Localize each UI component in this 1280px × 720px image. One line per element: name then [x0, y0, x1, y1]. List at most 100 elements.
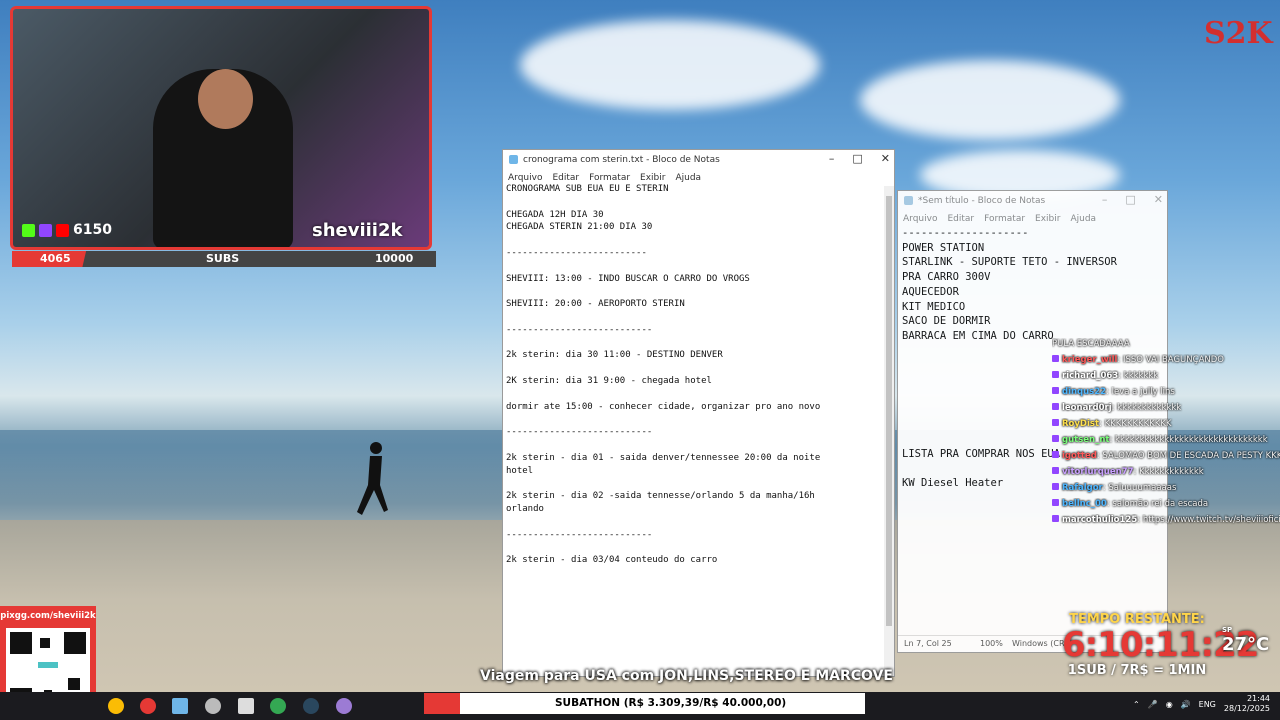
chrome-icon[interactable] — [108, 698, 124, 714]
chat-text: : KKKKKKKKKKKK — [1099, 419, 1172, 429]
chat-username[interactable]: RoyDist — [1062, 419, 1099, 429]
streamer-head — [198, 69, 253, 129]
badge-icon — [1052, 371, 1059, 378]
subathon-progress — [424, 693, 460, 714]
chat-text: : Kkkkkkkkkkkkk — [1133, 467, 1204, 477]
subs-goal-bar: 4065 SUBS 10000 — [12, 251, 436, 267]
follower-number: 6150 — [73, 222, 112, 238]
opera-icon[interactable] — [140, 698, 156, 714]
menu-ajuda[interactable]: Ajuda — [1070, 214, 1096, 224]
badge-icon — [1052, 403, 1059, 410]
encoding: Windows (CRL — [1012, 639, 1069, 648]
close-button[interactable]: ✕ — [1154, 193, 1163, 206]
badge-icon — [1052, 467, 1059, 474]
steam-icon[interactable] — [303, 698, 319, 714]
webcam-overlay — [10, 6, 432, 250]
streamer-handle: sheviii2k — [312, 220, 403, 241]
chat-username[interactable]: dinqus22 — [1062, 387, 1106, 397]
notepad-taskbar-icon[interactable] — [172, 698, 188, 714]
badge-icon — [1052, 515, 1059, 522]
chat-text: : Saluuuumaaaas — [1102, 483, 1177, 493]
chat-text: : ISSO VAI BAGUNÇANDO — [1117, 355, 1224, 365]
chat-username[interactable]: bellnc_00 — [1062, 499, 1107, 509]
system-tray: ⌃ 🎤 ◉ 🔊 ENG 21:44 28/12/2025 — [1133, 694, 1270, 714]
wifi-icon[interactable]: ◉ — [1166, 700, 1173, 709]
subathon-bar: SUBATHON (R$ 3.309,39/R$ 40.000,00) — [424, 693, 865, 714]
timer-value: 6:10:11:22 — [1062, 625, 1259, 665]
stream-caption: Viagem para USA com JON,LINS,STEREO E MA… — [480, 668, 893, 684]
badge-icon — [1052, 419, 1059, 426]
window-title: cronograma com sterin.txt - Bloco de Not… — [523, 154, 720, 165]
follower-count: 6150 — [22, 222, 112, 238]
runner-silhouette — [357, 442, 388, 515]
cloud — [520, 20, 820, 110]
close-button[interactable]: ✕ — [881, 152, 890, 165]
weather-location: SP — [1222, 626, 1233, 634]
minimize-button[interactable]: – — [1102, 193, 1108, 206]
subs-current: 4065 — [40, 252, 71, 265]
menu-ajuda[interactable]: Ajuda — [675, 173, 701, 183]
chrome-icon[interactable] — [270, 698, 286, 714]
scrollbar-thumb[interactable] — [886, 196, 892, 626]
minimize-button[interactable]: – — [829, 152, 835, 165]
obs-icon[interactable] — [336, 698, 352, 714]
chat-message: igotted: SALOMAO BOM DE ESCADA DA PESTY … — [1052, 450, 1280, 462]
chat-username[interactable]: gutsen_nt — [1062, 435, 1109, 445]
kick-icon — [22, 223, 35, 237]
notepad-window-main[interactable]: cronograma com sterin.txt - Bloco de Not… — [502, 149, 895, 677]
text-area[interactable]: CRONOGRAMA SUB EUA EU E STERIN CHEGADA 1… — [506, 183, 820, 567]
chat-username[interactable]: igotted — [1062, 451, 1097, 461]
app-icon[interactable] — [205, 698, 221, 714]
menu-exibir[interactable]: Exibir — [640, 173, 665, 183]
cloud — [860, 60, 1120, 140]
language-indicator[interactable]: ENG — [1199, 700, 1216, 709]
badge-icon — [1052, 435, 1059, 442]
clock-date: 28/12/2025 — [1223, 704, 1270, 713]
youtube-icon — [56, 223, 69, 237]
chat-message: marcothulio125: https://www.twitch.tv/sh… — [1052, 514, 1280, 526]
chat-username[interactable]: marcothulio125 — [1062, 515, 1137, 525]
chat-text: : kkkkkkk — [1118, 371, 1159, 381]
menu-formatar[interactable]: Formatar — [589, 173, 630, 183]
file-icon[interactable] — [238, 698, 254, 714]
window-title: *Sem título - Bloco de Notas — [918, 195, 1046, 206]
maximize-button[interactable]: □ — [1125, 193, 1135, 206]
chat-text: : salomão rei da escada — [1106, 499, 1209, 509]
pix-url: pixgg.com/sheviii2k — [0, 611, 96, 621]
chat-message: vitorlurquen77: Kkkkkkkkkkkkk — [1052, 466, 1280, 478]
maximize-button[interactable]: □ — [852, 152, 862, 165]
chat-message: gutsen_nt: kkkkkkkkkkkkkkkkkkkkkkkkkkkkk… — [1052, 434, 1280, 446]
chat-text: : kkkkkkkkkkkkkkkkkkkkkkkkkkkkkkk — [1109, 435, 1268, 445]
clock-time: 21:44 — [1246, 694, 1270, 703]
volume-icon[interactable]: 🔊 — [1181, 700, 1191, 709]
subs-label: SUBS — [206, 252, 240, 265]
menu-arquivo[interactable]: Arquivo — [508, 173, 542, 183]
chat-message: Rafalgor: Saluuuumaaaas — [1052, 482, 1280, 494]
chat-username[interactable]: krieger_will — [1062, 355, 1117, 365]
subathon-text: SUBATHON (R$ 3.309,39/R$ 40.000,00) — [555, 697, 787, 709]
chat-message: dinqus22: leva a jully lins — [1052, 386, 1280, 398]
chevron-up-icon[interactable]: ⌃ — [1133, 700, 1140, 709]
chat-username[interactable]: Rafalgor — [1062, 483, 1103, 493]
timer-rate: 1SUB / 7R$ = 1MIN — [1067, 663, 1207, 678]
chat-top-line: PULA ESCADAAAA — [1052, 339, 1130, 349]
chat-username[interactable]: vitorlurquen77 — [1062, 467, 1134, 477]
clock[interactable]: 21:44 28/12/2025 — [1224, 694, 1270, 714]
vertical-scrollbar[interactable] — [884, 186, 894, 676]
chat-text: : leva a jully lins — [1106, 387, 1175, 397]
chat-message: richard_063: kkkkkkk — [1052, 370, 1280, 382]
menu-arquivo[interactable]: Arquivo — [903, 214, 937, 224]
notepad-icon — [509, 155, 518, 164]
chat-username[interactable]: leonard0rj — [1062, 403, 1112, 413]
menu-editar[interactable]: Editar — [947, 214, 974, 224]
chat-username[interactable]: richard_063 — [1062, 371, 1118, 381]
subs-target: 10000 — [375, 252, 414, 265]
chat-message: RoyDist: KKKKKKKKKKKK — [1052, 418, 1280, 430]
chat-text: : https://www.twitch.tv/sheviiioficial/c… — [1137, 515, 1280, 525]
menu-editar[interactable]: Editar — [552, 173, 579, 183]
menu-exibir[interactable]: Exibir — [1035, 214, 1060, 224]
cursor-position: Ln 7, Col 25 — [904, 639, 952, 648]
weather-widget: SP 27°C — [1222, 626, 1269, 655]
mic-icon[interactable]: 🎤 — [1148, 700, 1158, 709]
menu-formatar[interactable]: Formatar — [984, 214, 1025, 224]
